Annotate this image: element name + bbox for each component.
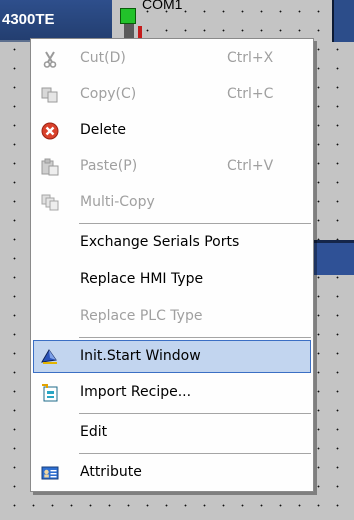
connection-bar bbox=[314, 240, 354, 275]
import-recipe-icon bbox=[41, 384, 59, 402]
menu-item-multi-copy[interactable]: Multi-Copy bbox=[33, 185, 311, 221]
menu-separator bbox=[79, 453, 311, 454]
menu-item-copy[interactable]: Copy(C) Ctrl+C bbox=[33, 77, 311, 113]
menu-item-import-recipe[interactable]: Import Recipe... bbox=[33, 375, 311, 411]
menu-item-label: Delete bbox=[80, 122, 126, 138]
menu-separator bbox=[79, 413, 311, 414]
menu-item-shortcut: Ctrl+V bbox=[227, 158, 274, 174]
delete-icon bbox=[41, 122, 59, 140]
menu-item-cut[interactable]: Cut(D) Ctrl+X bbox=[33, 41, 311, 77]
context-menu: Cut(D) Ctrl+X Copy(C) Ctrl+C Delete Past… bbox=[30, 38, 314, 492]
plc-node-edge[interactable] bbox=[332, 0, 354, 42]
menu-item-label: Init.Start Window bbox=[80, 348, 201, 364]
menu-item-replace-plc-type[interactable]: Replace PLC Type bbox=[33, 299, 311, 335]
menu-item-label: Import Recipe... bbox=[80, 384, 192, 400]
menu-item-label: Copy(C) bbox=[80, 86, 137, 102]
menu-item-label: Edit bbox=[80, 424, 108, 440]
menu-item-shortcut: Ctrl+C bbox=[227, 86, 274, 102]
multi-copy-icon bbox=[41, 194, 59, 212]
attribute-icon bbox=[41, 464, 59, 482]
menu-item-exchange-serial-ports[interactable]: Exchange Serials Ports bbox=[33, 225, 311, 261]
node-title: 4300TE bbox=[2, 11, 55, 28]
menu-item-label: Replace PLC Type bbox=[80, 308, 203, 324]
com-port-label: COM1 bbox=[142, 0, 183, 12]
menu-item-init-start-window[interactable]: Init.Start Window bbox=[33, 340, 311, 373]
menu-item-label: Attribute bbox=[80, 464, 142, 480]
menu-item-attribute[interactable]: Attribute bbox=[33, 455, 311, 491]
menu-item-label: Exchange Serials Ports bbox=[80, 234, 240, 250]
copy-icon bbox=[41, 86, 59, 104]
menu-separator bbox=[79, 337, 311, 338]
menu-item-edit[interactable]: Edit bbox=[33, 415, 311, 451]
scissors-icon bbox=[41, 50, 59, 68]
menu-item-label: Paste(P) bbox=[80, 158, 138, 174]
menu-item-paste[interactable]: Paste(P) Ctrl+V bbox=[33, 149, 311, 185]
menu-item-label: Multi-Copy bbox=[80, 194, 155, 210]
menu-separator bbox=[79, 223, 311, 224]
menu-item-delete[interactable]: Delete bbox=[33, 113, 311, 149]
window-icon bbox=[41, 347, 59, 365]
hmi-node-4300te[interactable]: 4300TE bbox=[0, 0, 112, 42]
menu-item-shortcut: Ctrl+X bbox=[227, 50, 274, 66]
menu-item-label: Cut(D) bbox=[80, 50, 126, 66]
paste-icon bbox=[41, 158, 59, 176]
menu-item-label: Replace HMI Type bbox=[80, 271, 204, 287]
com-port-green-indicator bbox=[120, 8, 136, 24]
menu-item-replace-hmi-type[interactable]: Replace HMI Type bbox=[33, 262, 311, 298]
